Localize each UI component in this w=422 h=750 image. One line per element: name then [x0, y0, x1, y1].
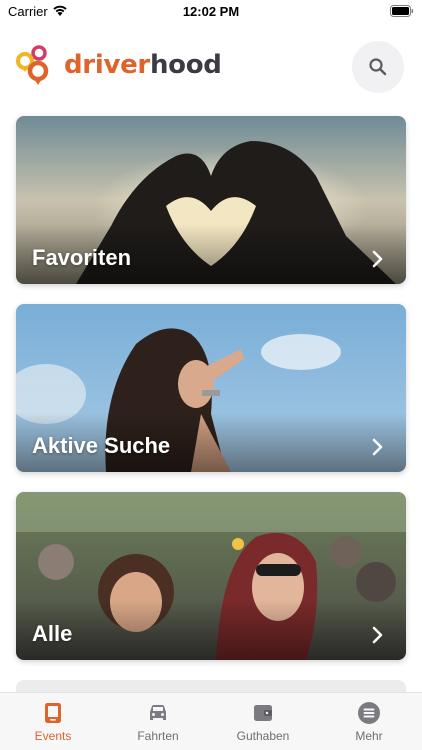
status-bar: Carrier 12:02 PM [0, 0, 422, 24]
tab-mehr-label: Mehr [355, 729, 383, 743]
wallet-icon [254, 705, 272, 721]
card-alle-overlay [16, 600, 406, 660]
chevron-right-icon [372, 438, 383, 456]
car-icon [150, 705, 166, 720]
search-icon [369, 58, 387, 76]
tab-mehr[interactable]: Mehr [329, 701, 409, 743]
tab-bar: Events Fahrten Guthaben Mehr [0, 692, 422, 750]
brand-word-part2: hood [149, 50, 222, 80]
tab-fahrten[interactable]: Fahrten [118, 701, 198, 743]
card-aktive-suche[interactable]: Aktive Suche [16, 304, 406, 472]
logo-pins-icon [16, 45, 49, 85]
tablet-icon [45, 703, 61, 723]
card-alle[interactable]: Alle [16, 492, 406, 660]
tab-events-label: Events [34, 729, 72, 743]
chevron-right-icon [372, 250, 383, 268]
battery-icon [390, 5, 414, 17]
card-alle-label: Alle [32, 621, 73, 646]
tab-guthaben[interactable]: Guthaben [223, 701, 303, 743]
menu-icon [358, 702, 380, 724]
card-favoriten-label: Favoriten [32, 245, 132, 270]
card-aktive-suche-label: Aktive Suche [32, 433, 171, 458]
brand-wordmark: driverhood [64, 50, 222, 80]
search-button[interactable] [352, 41, 404, 93]
tab-events[interactable]: Events [13, 701, 93, 743]
chevron-right-icon [372, 626, 383, 644]
app-header: driverhood [0, 36, 422, 96]
clock: 12:02 PM [182, 4, 240, 19]
tab-guthaben-label: Guthaben [236, 729, 290, 743]
brand-word-part1: driver [64, 50, 150, 80]
card-favoriten[interactable]: Favoriten [16, 116, 406, 284]
screen: Carrier 12:02 PM driverhood Favoriten Ak… [0, 0, 422, 750]
tab-fahrten-label: Fahrten [137, 729, 179, 743]
